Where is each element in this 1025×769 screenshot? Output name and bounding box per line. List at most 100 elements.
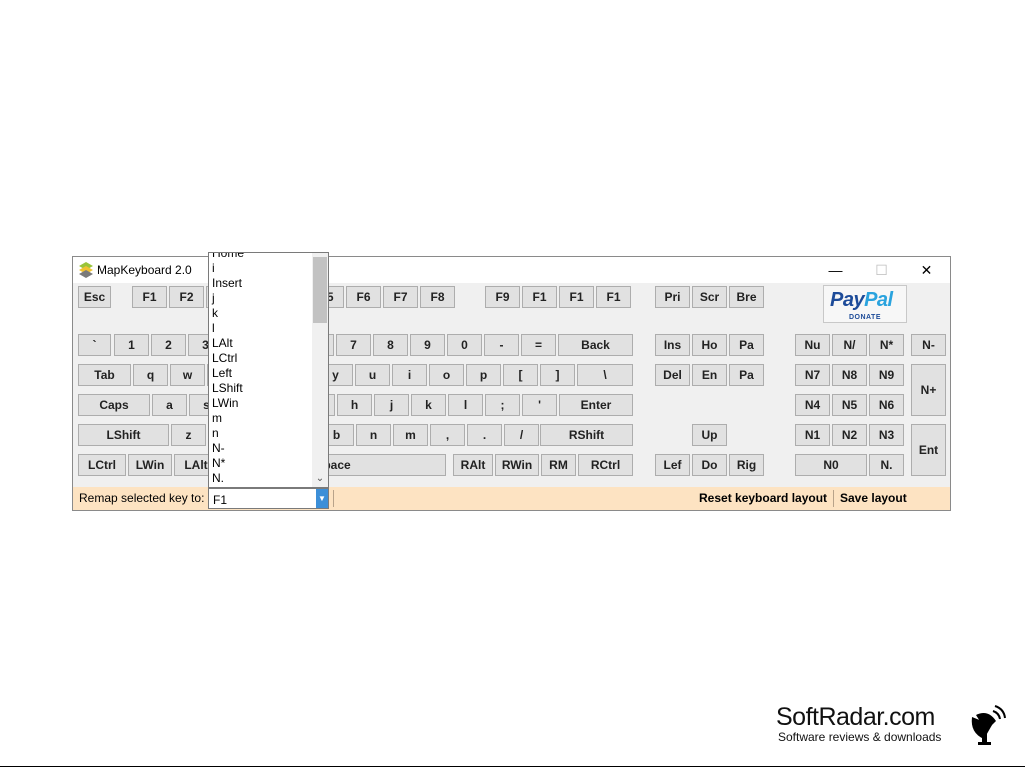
key-num-1[interactable]: N1 [795, 424, 830, 446]
key-num-7[interactable]: N7 [795, 364, 830, 386]
dropdown-item[interactable]: Home [212, 253, 244, 261]
key-backspace[interactable]: Back [558, 334, 633, 356]
key-left-win[interactable]: LWin [128, 454, 172, 476]
key-f1[interactable]: F1 [132, 286, 167, 308]
key-arrow-left[interactable]: Lef [655, 454, 690, 476]
key-k[interactable]: k [411, 394, 446, 416]
dropdown-item[interactable]: l [212, 321, 244, 336]
key-num-multiply[interactable]: N* [869, 334, 904, 356]
key-caps-lock[interactable]: Caps [78, 394, 150, 416]
key-right-shift[interactable]: RShift [540, 424, 633, 446]
key-0[interactable]: 0 [447, 334, 482, 356]
key-7[interactable]: 7 [336, 334, 371, 356]
key-num-plus[interactable]: N+ [911, 364, 946, 416]
key-h[interactable]: h [337, 394, 372, 416]
key-num-4[interactable]: N4 [795, 394, 830, 416]
dropdown-scrollbar[interactable]: ⌄ [312, 253, 328, 487]
key-num-lock[interactable]: Nu [795, 334, 830, 356]
key-left-ctrl[interactable]: LCtrl [78, 454, 126, 476]
key-f12[interactable]: F1 [596, 286, 631, 308]
key-p[interactable]: p [466, 364, 501, 386]
key-num-5[interactable]: N5 [832, 394, 867, 416]
key-right-menu[interactable]: RM [541, 454, 576, 476]
dropdown-item[interactable]: LWin [212, 396, 244, 411]
key-num-9[interactable]: N9 [869, 364, 904, 386]
key-comma[interactable]: , [430, 424, 465, 446]
key-f11[interactable]: F1 [559, 286, 594, 308]
dropdown-item[interactable]: LShift [212, 381, 244, 396]
key-home[interactable]: Ho [692, 334, 727, 356]
key-scroll-lock[interactable]: Scr [692, 286, 727, 308]
key-u[interactable]: u [355, 364, 390, 386]
key-8[interactable]: 8 [373, 334, 408, 356]
key-slash[interactable]: / [504, 424, 539, 446]
key-end[interactable]: En [692, 364, 727, 386]
title-bar[interactable]: MapKeyboard 2.0 — ☐ ✕ [73, 257, 950, 283]
key-right-alt[interactable]: RAlt [453, 454, 493, 476]
key-n[interactable]: n [356, 424, 391, 446]
key-print-screen[interactable]: Pri [655, 286, 690, 308]
close-button[interactable]: ✕ [904, 257, 949, 283]
key-2[interactable]: 2 [151, 334, 186, 356]
key-semicolon[interactable]: ; [485, 394, 520, 416]
dropdown-item[interactable]: N. [212, 471, 244, 486]
key-page-down[interactable]: Pa [729, 364, 764, 386]
key-num-0[interactable]: N0 [795, 454, 867, 476]
paypal-donate-button[interactable]: PayPal DONATE [823, 285, 907, 323]
dropdown-item[interactable]: j [212, 291, 244, 306]
key-arrow-up[interactable]: Up [692, 424, 727, 446]
scroll-down-icon[interactable]: ⌄ [312, 471, 328, 485]
save-layout-button[interactable]: Save layout [840, 491, 907, 505]
key-f9[interactable]: F9 [485, 286, 520, 308]
dropdown-item[interactable]: n [212, 426, 244, 441]
dropdown-item[interactable]: LCtrl [212, 351, 244, 366]
key-break[interactable]: Bre [729, 286, 764, 308]
key-f8[interactable]: F8 [420, 286, 455, 308]
key-left-bracket[interactable]: [ [503, 364, 538, 386]
key-num-3[interactable]: N3 [869, 424, 904, 446]
key-a[interactable]: a [152, 394, 187, 416]
key-tab[interactable]: Tab [78, 364, 131, 386]
key-apostrophe[interactable]: ' [522, 394, 557, 416]
key-num-enter[interactable]: Ent [911, 424, 946, 476]
dropdown-item[interactable]: LAlt [212, 336, 244, 351]
key-z[interactable]: z [171, 424, 206, 446]
key-minus[interactable]: - [484, 334, 519, 356]
key-page-up[interactable]: Pa [729, 334, 764, 356]
key-enter[interactable]: Enter [559, 394, 633, 416]
key-j[interactable]: j [374, 394, 409, 416]
remap-key-dropdown-list[interactable]: Home i Insert j k l LAlt LCtrl Left LShi… [208, 252, 329, 488]
reset-layout-button[interactable]: Reset keyboard layout [699, 491, 827, 505]
dropdown-item[interactable]: k [212, 306, 244, 321]
key-w[interactable]: w [170, 364, 205, 386]
key-f7[interactable]: F7 [383, 286, 418, 308]
key-right-win[interactable]: RWin [495, 454, 539, 476]
key-f10[interactable]: F1 [522, 286, 557, 308]
key-num-6[interactable]: N6 [869, 394, 904, 416]
key-equals[interactable]: = [521, 334, 556, 356]
key-num-minus[interactable]: N- [911, 334, 946, 356]
key-insert[interactable]: Ins [655, 334, 690, 356]
dropdown-item[interactable]: i [212, 261, 244, 276]
maximize-button[interactable]: ☐ [859, 257, 904, 283]
key-num-2[interactable]: N2 [832, 424, 867, 446]
key-right-ctrl[interactable]: RCtrl [578, 454, 633, 476]
key-arrow-down[interactable]: Do [692, 454, 727, 476]
key-left-shift[interactable]: LShift [78, 424, 169, 446]
dropdown-item[interactable]: N- [212, 441, 244, 456]
key-num-8[interactable]: N8 [832, 364, 867, 386]
key-esc[interactable]: Esc [78, 286, 111, 308]
key-right-bracket[interactable]: ] [540, 364, 575, 386]
minimize-button[interactable]: — [813, 257, 858, 283]
key-num-divide[interactable]: N/ [832, 334, 867, 356]
key-num-decimal[interactable]: N. [869, 454, 904, 476]
key-delete[interactable]: Del [655, 364, 690, 386]
dropdown-item[interactable]: Insert [212, 276, 244, 291]
key-period[interactable]: . [467, 424, 502, 446]
key-i[interactable]: i [392, 364, 427, 386]
key-f6[interactable]: F6 [346, 286, 381, 308]
key-arrow-right[interactable]: Rig [729, 454, 764, 476]
scrollbar-thumb[interactable] [313, 257, 327, 323]
key-f2[interactable]: F2 [169, 286, 204, 308]
key-m[interactable]: m [393, 424, 428, 446]
